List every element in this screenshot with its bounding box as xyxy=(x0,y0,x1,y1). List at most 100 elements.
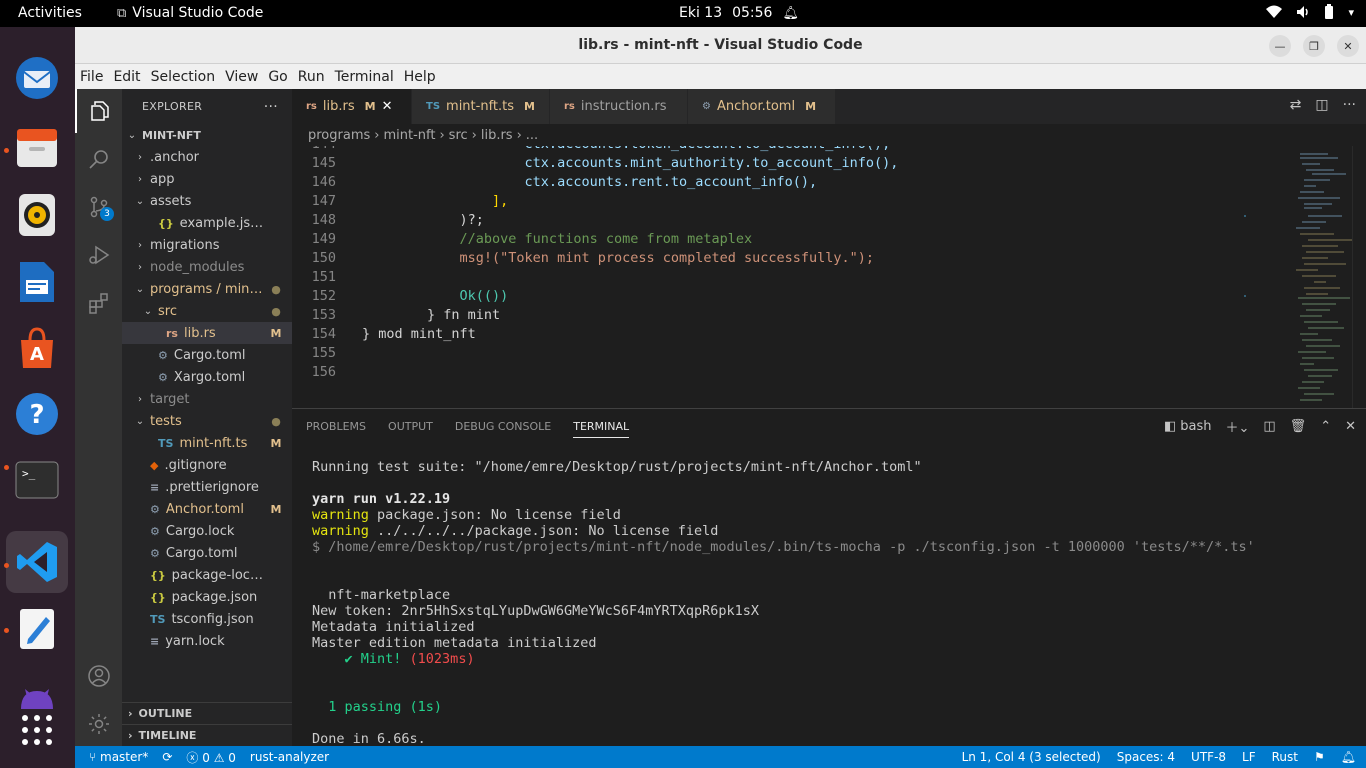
show-applications-button[interactable] xyxy=(14,707,60,753)
explorer-more-actions-button[interactable]: ··· xyxy=(264,99,278,115)
breadcrumb-item[interactable]: ... xyxy=(526,128,538,143)
panel-tab-problems[interactable]: PROBLEMS xyxy=(306,420,366,433)
tree-item[interactable]: {} example.json xyxy=(122,212,292,234)
indentation-status[interactable]: Spaces: 4 xyxy=(1117,750,1175,764)
menu-terminal[interactable]: Terminal xyxy=(330,69,399,85)
explorer-activity[interactable] xyxy=(75,89,122,133)
split-editor-icon[interactable]: ◫ xyxy=(1315,97,1328,113)
tree-item[interactable]: ≡ .prettierignore xyxy=(122,476,292,498)
tree-item[interactable]: rs lib.rs M xyxy=(122,322,292,344)
breadcrumb-item[interactable]: mint-nft xyxy=(383,128,435,143)
tree-item[interactable]: ⌄ src ● xyxy=(122,300,292,322)
menu-go[interactable]: Go xyxy=(263,69,292,85)
tree-item[interactable]: TS tsconfig.json xyxy=(122,608,292,630)
menu-run[interactable]: Run xyxy=(293,69,330,85)
source-control-activity[interactable]: 3 xyxy=(75,185,122,229)
menu-view[interactable]: View xyxy=(220,69,263,85)
manage-activity[interactable] xyxy=(75,702,122,746)
tree-item[interactable]: ⚙ Cargo.toml xyxy=(122,344,292,366)
breadcrumb-item[interactable]: programs xyxy=(308,128,370,143)
open-changes-icon[interactable]: ⇄ xyxy=(1290,97,1302,113)
editor-tab[interactable]: ⚙ Anchor.toml M xyxy=(688,89,836,124)
search-activity[interactable] xyxy=(75,137,122,181)
tree-item[interactable]: ⌄ programs / mint-nft ● xyxy=(122,278,292,300)
menu-selection[interactable]: Selection xyxy=(146,69,221,85)
maximize-button[interactable]: ❐ xyxy=(1303,35,1325,57)
panel-tab-output[interactable]: OUTPUT xyxy=(388,420,433,433)
tab-close-icon[interactable]: ✕ xyxy=(382,99,393,114)
breadcrumb-item[interactable]: src xyxy=(449,128,468,143)
panel-tab-debug-console[interactable]: DEBUG CONSOLE xyxy=(455,420,551,433)
accounts-activity[interactable] xyxy=(75,654,122,698)
cursor-position-status[interactable]: Ln 1, Col 4 (3 selected) xyxy=(962,750,1101,764)
rhythmbox-launcher[interactable] xyxy=(14,192,60,238)
terminal-shell-selector[interactable]: ◧ bash xyxy=(1164,419,1212,434)
tree-item[interactable]: ≡ yarn.lock xyxy=(122,630,292,652)
menu-help[interactable]: Help xyxy=(399,69,441,85)
window-titlebar[interactable]: lib.rs - mint-nft - Visual Studio Code —… xyxy=(75,27,1366,64)
system-tray[interactable]: ▾ xyxy=(1266,4,1354,20)
extensions-activity[interactable] xyxy=(75,281,122,325)
timeline-section[interactable]: › TIMELINE xyxy=(122,724,292,746)
terminal-launcher[interactable]: >_ xyxy=(14,457,60,503)
text-editor-launcher[interactable] xyxy=(14,606,60,652)
files-launcher[interactable] xyxy=(14,125,60,171)
editor-tab[interactable]: TS mint-nft.ts M xyxy=(412,89,550,124)
minimap[interactable] xyxy=(1242,146,1352,408)
outline-section[interactable]: › OUTLINE xyxy=(122,702,292,724)
tree-item[interactable]: ⌄ assets xyxy=(122,190,292,212)
panel-tab-terminal[interactable]: TERMINAL xyxy=(573,420,630,438)
libreoffice-writer-launcher[interactable] xyxy=(14,259,60,305)
rust-analyzer-status[interactable]: rust-analyzer xyxy=(250,750,329,764)
code-line: 152 Ok(()) xyxy=(292,288,1242,307)
terminal-line: Done in 6.66s. xyxy=(312,731,426,747)
menu-file[interactable]: File xyxy=(75,69,108,85)
terminal-output[interactable]: Running test suite: "/home/emre/Desktop/… xyxy=(312,459,1352,763)
encoding-status[interactable]: UTF-8 xyxy=(1191,750,1226,764)
tree-item[interactable]: ⚙ Xargo.toml xyxy=(122,366,292,388)
feedback-icon[interactable]: ⚑ xyxy=(1314,750,1325,764)
tree-item[interactable]: ◆ .gitignore xyxy=(122,454,292,476)
language-mode-status[interactable]: Rust xyxy=(1272,750,1298,764)
breadcrumb-item[interactable]: lib.rs xyxy=(481,128,513,143)
tree-item[interactable]: TS mint-nft.ts M xyxy=(122,432,292,454)
minimize-button[interactable]: — xyxy=(1269,35,1291,57)
more-actions-icon[interactable]: ··· xyxy=(1343,97,1356,113)
run-debug-activity[interactable] xyxy=(75,233,122,277)
tree-item[interactable]: {} package-lock.json xyxy=(122,564,292,586)
thunderbird-launcher[interactable] xyxy=(14,55,60,101)
tree-item[interactable]: {} package.json xyxy=(122,586,292,608)
app-menu[interactable]: ⧉ Visual Studio Code xyxy=(117,5,263,21)
problems-status[interactable]: ⓧ 0 ⚠ 0 xyxy=(186,749,236,766)
tree-item[interactable]: › .anchor xyxy=(122,146,292,168)
sync-icon[interactable]: ⟳ xyxy=(162,750,172,764)
clock[interactable]: Eki 13 05:56 🔔︎ xyxy=(679,5,799,21)
tree-item[interactable]: › target xyxy=(122,388,292,410)
split-terminal-icon[interactable]: ◫ xyxy=(1263,419,1275,434)
vscode-launcher[interactable] xyxy=(6,531,68,593)
close-panel-icon[interactable]: ✕ xyxy=(1345,419,1356,434)
new-terminal-icon[interactable]: ＋⌄ xyxy=(1225,417,1249,436)
tree-item[interactable]: › app xyxy=(122,168,292,190)
tree-item[interactable]: › migrations xyxy=(122,234,292,256)
editor-scrollbar[interactable] xyxy=(1352,146,1366,408)
editor-tab[interactable]: rs lib.rs M ✕ xyxy=(292,89,412,124)
tree-item[interactable]: ⌄ tests ● xyxy=(122,410,292,432)
menu-edit[interactable]: Edit xyxy=(108,69,145,85)
activities-button[interactable]: Activities xyxy=(18,5,82,21)
trash-icon[interactable]: 🗑︎ xyxy=(1290,419,1307,434)
tree-item[interactable]: ⚙ Anchor.toml M xyxy=(122,498,292,520)
tree-item[interactable]: › node_modules xyxy=(122,256,292,278)
close-window-button[interactable]: ✕ xyxy=(1337,35,1359,57)
eol-status[interactable]: LF xyxy=(1242,750,1256,764)
tree-item[interactable]: ⚙ Cargo.toml xyxy=(122,542,292,564)
help-launcher[interactable]: ? xyxy=(14,391,60,437)
tree-item[interactable]: ⚙ Cargo.lock xyxy=(122,520,292,542)
editor-tab[interactable]: rs instruction.rs xyxy=(550,89,688,124)
maximize-panel-icon[interactable]: ⌃ xyxy=(1320,419,1331,434)
git-branch-status[interactable]: ⑂ master* xyxy=(89,750,148,764)
workspace-root[interactable]: ⌄ MINT-NFT xyxy=(122,124,292,146)
code-editor[interactable]: 144 ctx.accounts.token_account.to_accoun… xyxy=(292,146,1366,408)
notifications-bell-icon[interactable]: 🔔︎ xyxy=(1341,750,1356,764)
app-center-launcher[interactable]: A xyxy=(14,325,60,371)
